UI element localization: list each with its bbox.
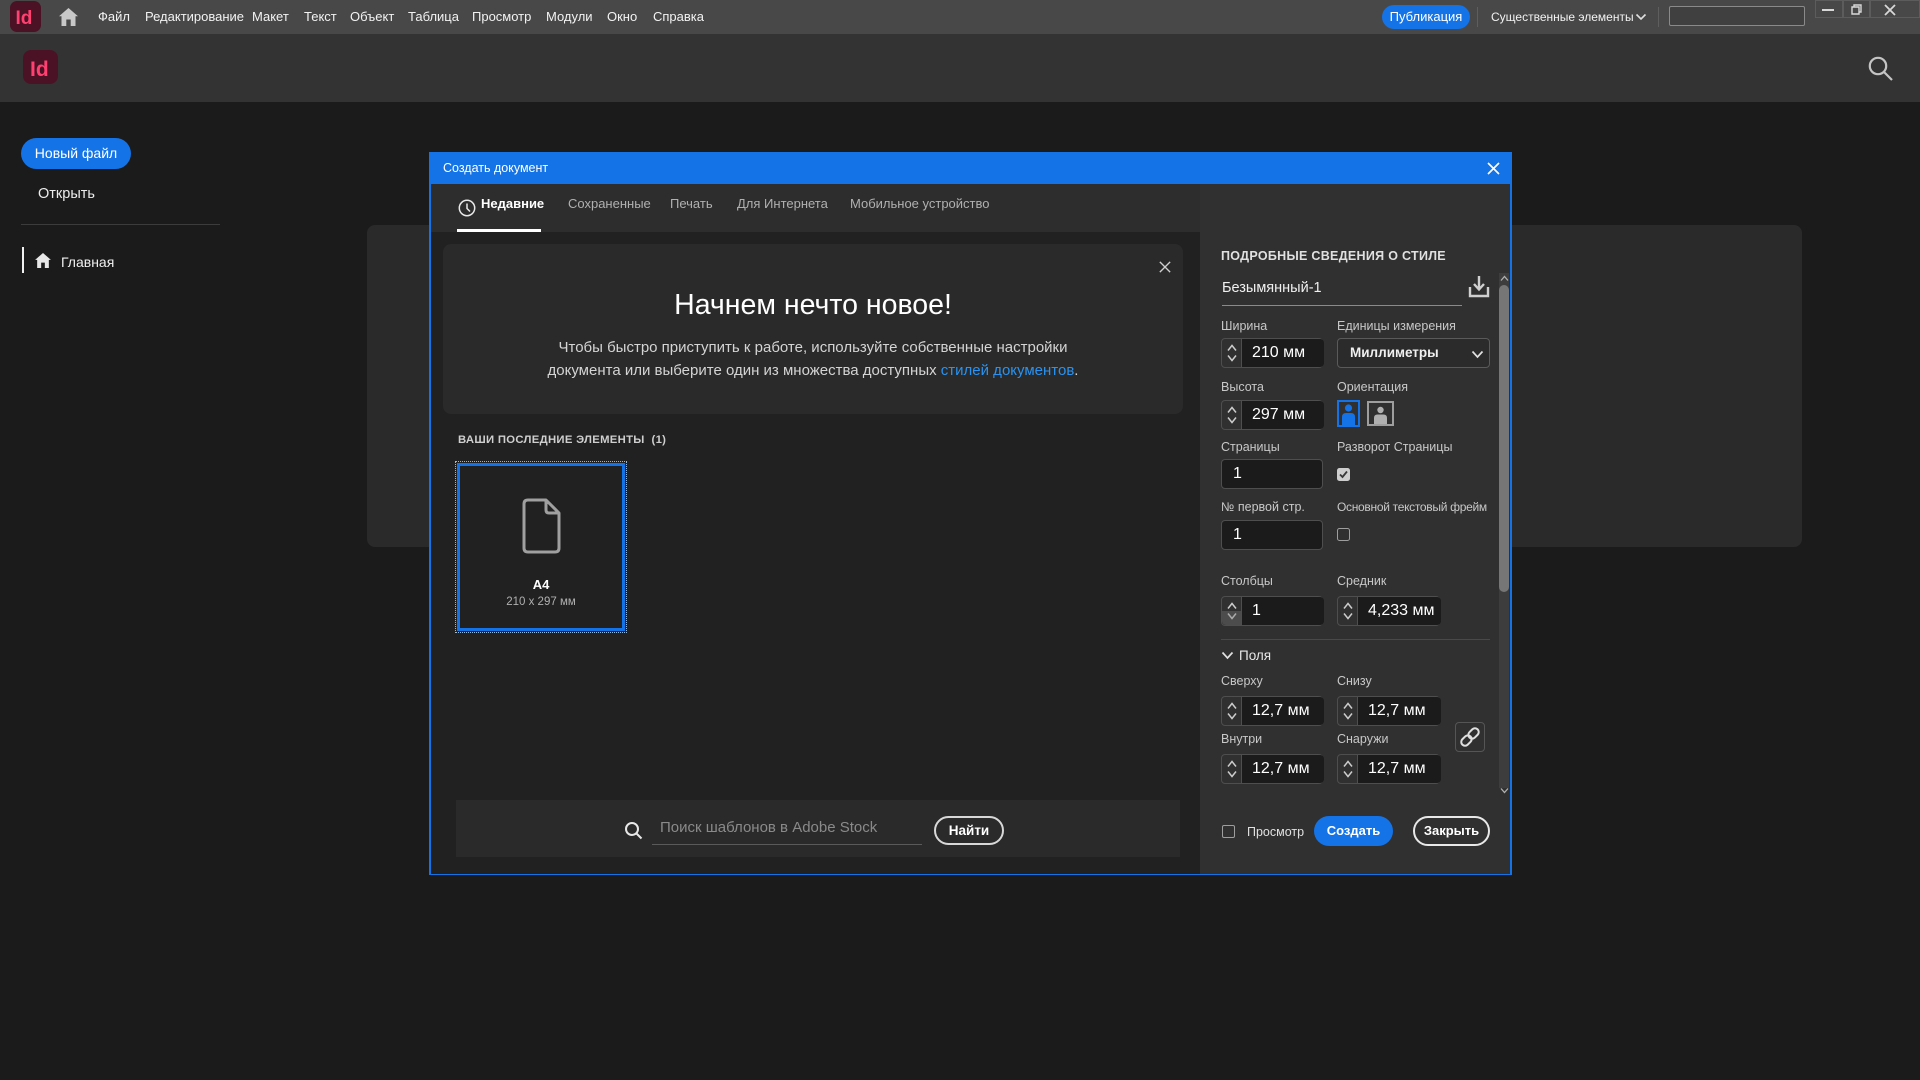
- svg-text:Id: Id: [30, 58, 49, 81]
- svg-text:Id: Id: [16, 8, 33, 29]
